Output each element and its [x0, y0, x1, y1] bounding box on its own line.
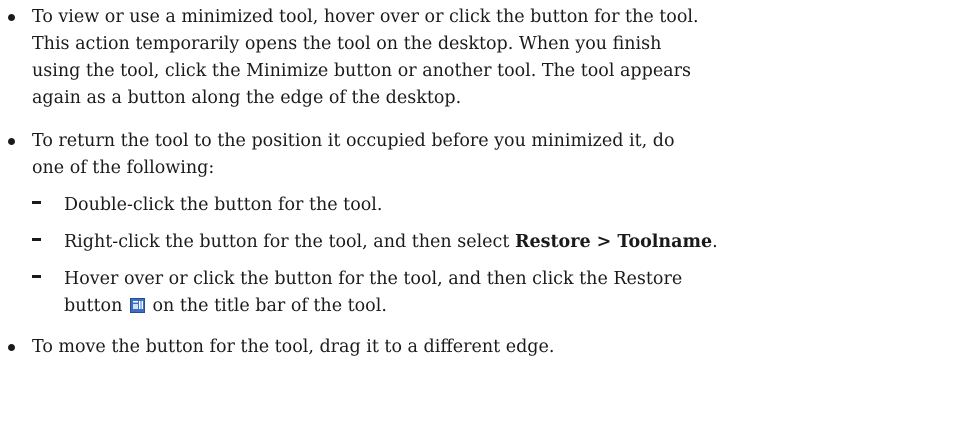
- sub-item-double-click: Double-click the button for the tool.: [32, 192, 967, 219]
- sub-item-text: Double-click the button for the tool.: [64, 195, 383, 215]
- bullet-line: again as a button along the edge of the …: [32, 88, 462, 108]
- sub-list: Double-click the button for the tool. Ri…: [32, 192, 967, 320]
- sub-item-text: Hover over or click the button for the t…: [64, 269, 683, 289]
- bullet-item-return-tool: To return the tool to the position it oc…: [0, 128, 967, 320]
- sub-item-text: button: [64, 296, 128, 316]
- sub-item-text: .: [712, 232, 718, 252]
- bullet-line: To move the button for the tool, drag it…: [32, 337, 555, 357]
- sub-item-text: Right-click the button for the tool, and…: [64, 232, 515, 252]
- menu-path: Restore > Toolname: [514, 232, 713, 252]
- bullet-list: To view or use a minimized tool, hover o…: [0, 4, 967, 361]
- sub-item-hover-restore: Hover over or click the button for the t…: [32, 266, 967, 320]
- bullet-item-view-minimized: To view or use a minimized tool, hover o…: [0, 4, 967, 112]
- restore-button-icon: [129, 295, 145, 313]
- bullet-item-move-button: To move the button for the tool, drag it…: [0, 334, 967, 361]
- sub-item-right-click: Right-click the button for the tool, and…: [32, 229, 967, 256]
- bullet-line: This action temporarily opens the tool o…: [32, 34, 662, 54]
- bullet-line: one of the following:: [32, 158, 215, 178]
- document-body: To view or use a minimized tool, hover o…: [0, 0, 967, 361]
- bullet-line: To return the tool to the position it oc…: [32, 131, 675, 151]
- bullet-line: To view or use a minimized tool, hover o…: [32, 7, 699, 27]
- bullet-line: using the tool, click the Minimize butto…: [32, 61, 691, 81]
- sub-item-text: on the title bar of the tool.: [146, 296, 387, 316]
